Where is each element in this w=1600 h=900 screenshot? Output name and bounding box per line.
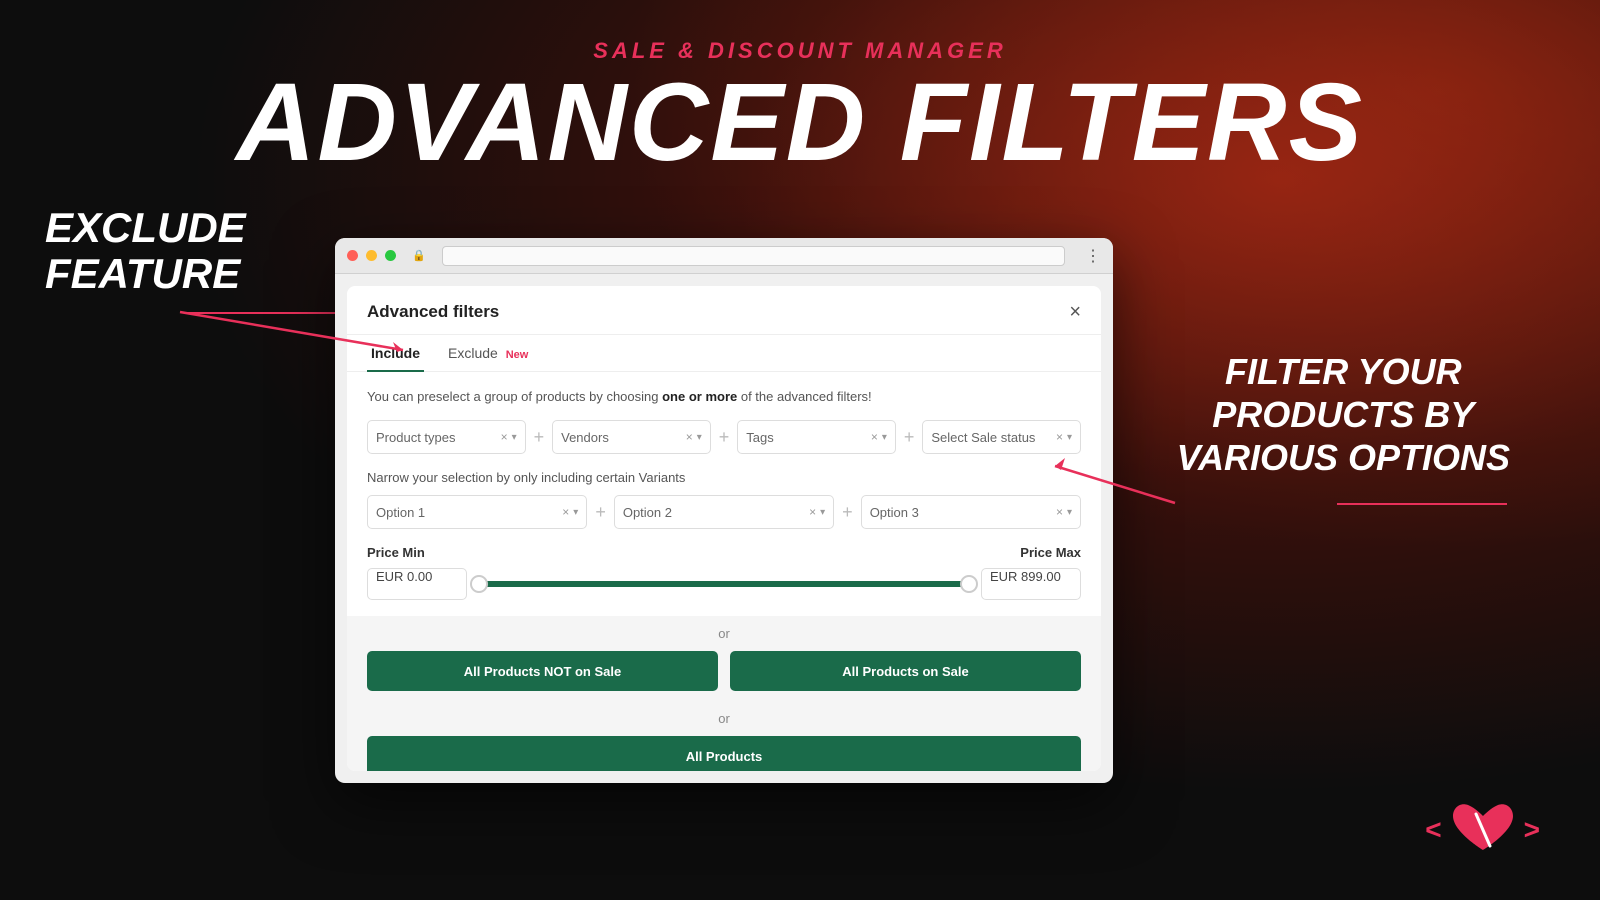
sale-status-label: Select Sale status [931, 430, 1035, 445]
product-types-arrow-icon: ▾ [512, 432, 517, 443]
right-label-line1: FILTER YOUR [1177, 350, 1510, 393]
right-annotation-line [1337, 503, 1507, 505]
sale-status-select[interactable]: Select Sale status × ▾ [922, 420, 1081, 454]
browser-dot-yellow[interactable] [366, 250, 377, 261]
option1-arrow-icon: ▾ [573, 507, 578, 518]
all-products-button[interactable]: All Products [367, 736, 1081, 771]
sale-status-arrow-icon: ▾ [1067, 432, 1072, 443]
all-products-row: All Products [359, 736, 1089, 771]
tags-arrow-icon: ▾ [882, 432, 887, 443]
plus-icon-2: + [719, 427, 730, 448]
product-types-clear[interactable]: × [501, 430, 508, 444]
option2-clear[interactable]: × [809, 505, 816, 519]
price-max-input[interactable]: EUR 899.00 [981, 568, 1081, 600]
option3-select[interactable]: Option 3 × ▾ [861, 495, 1081, 529]
browser-url-bar[interactable] [442, 246, 1065, 266]
range-thumb-right[interactable] [960, 575, 978, 593]
plus-icon-3: + [904, 427, 915, 448]
browser-dot-red[interactable] [347, 250, 358, 261]
browser-menu-icon[interactable]: ⋮ [1085, 246, 1101, 266]
narrow-label: Narrow your selection by only including … [367, 470, 1081, 485]
or-divider-2: or [359, 701, 1089, 736]
plus-icon-4: + [595, 502, 606, 523]
option3-label: Option 3 [870, 505, 919, 520]
option1-clear[interactable]: × [562, 505, 569, 519]
option2-select[interactable]: Option 2 × ▾ [614, 495, 834, 529]
modal-bottom: or All Products NOT on Sale All Products… [347, 616, 1101, 771]
vendors-arrow-icon: ▾ [697, 432, 702, 443]
option3-clear[interactable]: × [1056, 505, 1063, 519]
tags-label: Tags [746, 430, 773, 445]
browser-window: 🔒 ⋮ Advanced filters × Include Exclude N… [335, 238, 1113, 783]
product-types-label: Product types [376, 430, 456, 445]
option1-select[interactable]: Option 1 × ▾ [367, 495, 587, 529]
new-badge: New [506, 349, 529, 361]
all-products-not-on-sale-button[interactable]: All Products NOT on Sale [367, 651, 718, 691]
modal-container: Advanced filters × Include Exclude New Y… [347, 286, 1101, 771]
heart-icon [1448, 800, 1518, 860]
price-max-label: Price Max [1020, 545, 1081, 560]
close-button[interactable]: × [1069, 302, 1081, 322]
option3-arrow-icon: ▾ [1067, 507, 1072, 518]
filter-row-1: Product types × ▾ + Vendors × ▾ + [367, 420, 1081, 454]
variant-row: Option 1 × ▾ + Option 2 × ▾ + Op [367, 495, 1081, 529]
right-bracket: > [1524, 814, 1540, 846]
left-bracket: < [1425, 814, 1441, 846]
modal-body: You can preselect a group of products by… [347, 372, 1101, 616]
tabs-container: Include Exclude New [347, 335, 1101, 372]
or-divider-1: or [359, 616, 1089, 651]
browser-dot-green[interactable] [385, 250, 396, 261]
filter-description: You can preselect a group of products by… [367, 388, 1081, 406]
vendors-clear[interactable]: × [686, 430, 693, 444]
header: SALE & DISCOUNT MANAGER ADVANCED FILTERS [0, 0, 1600, 178]
price-section: Price Min Price Max EUR 0.00 EUR 899. [367, 545, 1081, 600]
right-label: FILTER YOUR PRODUCTS BY VARIOUS OPTIONS [1177, 350, 1510, 480]
tags-clear[interactable]: × [871, 430, 878, 444]
option1-label: Option 1 [376, 505, 425, 520]
price-min-input[interactable]: EUR 0.00 [367, 568, 467, 600]
modal-title: Advanced filters [367, 302, 499, 322]
left-label: EXCLUDE FEATURE [45, 205, 246, 297]
main-title: ADVANCED FILTERS [0, 68, 1600, 178]
browser-lock-icon: 🔒 [412, 249, 426, 262]
tab-exclude[interactable]: Exclude New [444, 335, 532, 371]
vendors-select[interactable]: Vendors × ▾ [552, 420, 711, 454]
option2-label: Option 2 [623, 505, 672, 520]
right-label-line3: VARIOUS OPTIONS [1177, 436, 1510, 479]
range-thumb-left[interactable] [470, 575, 488, 593]
price-labels: Price Min Price Max [367, 545, 1081, 560]
browser-chrome: 🔒 ⋮ [335, 238, 1113, 274]
left-annotation-line [185, 312, 360, 314]
product-types-select[interactable]: Product types × ▾ [367, 420, 526, 454]
left-label-line1: EXCLUDE [45, 205, 246, 251]
range-track [479, 581, 969, 587]
modal-header: Advanced filters × [347, 286, 1101, 335]
option2-arrow-icon: ▾ [820, 507, 825, 518]
vendors-label: Vendors [561, 430, 609, 445]
plus-icon-1: + [534, 427, 545, 448]
left-label-line2: FEATURE [45, 251, 246, 297]
heart-logo: < > [1425, 800, 1540, 860]
action-buttons-row: All Products NOT on Sale All Products on… [359, 651, 1089, 691]
tags-select[interactable]: Tags × ▾ [737, 420, 896, 454]
all-products-on-sale-button[interactable]: All Products on Sale [730, 651, 1081, 691]
tab-include[interactable]: Include [367, 335, 424, 371]
plus-icon-5: + [842, 502, 853, 523]
sale-status-clear[interactable]: × [1056, 430, 1063, 444]
price-inputs-row: EUR 0.00 EUR 899.00 [367, 568, 1081, 600]
price-range-slider[interactable] [479, 568, 969, 600]
price-min-label: Price Min [367, 545, 425, 560]
right-label-line2: PRODUCTS BY [1177, 393, 1510, 436]
